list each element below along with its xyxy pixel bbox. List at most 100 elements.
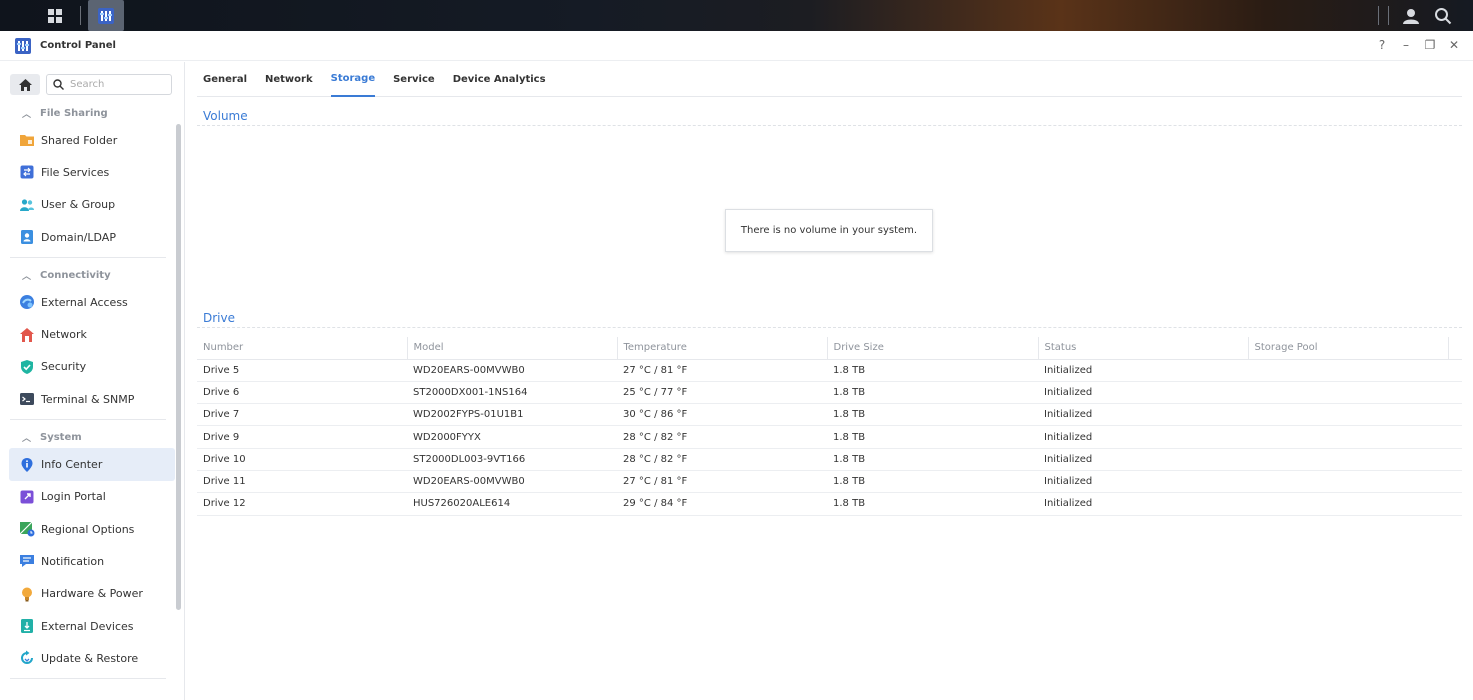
nav-group-system[interactable]: ︿ System — [0, 426, 176, 448]
network-icon — [19, 327, 35, 343]
cell-temperature: 28 °C / 82 °F — [617, 448, 827, 471]
cell-storage-pool — [1248, 492, 1448, 516]
cell-temperature: 28 °C / 82 °F — [617, 425, 827, 449]
table-row[interactable]: Drive 6 ST2000DX001-1NS164 25 °C / 77 °F… — [197, 381, 1462, 405]
cell-storage-pool — [1248, 403, 1448, 427]
sidebar-search[interactable] — [46, 74, 172, 95]
search-input[interactable] — [70, 79, 166, 90]
sidebar-item-external-access[interactable]: External Access — [9, 286, 175, 318]
sidebar-item-info-center[interactable]: Info Center — [9, 448, 175, 481]
home-button[interactable] — [10, 74, 40, 95]
column-header-spacer — [1448, 337, 1462, 360]
cell-temperature: 25 °C / 77 °F — [617, 381, 827, 405]
cell-storage-pool — [1248, 381, 1448, 405]
info-center-content: General Network Storage Service Device A… — [197, 62, 1462, 700]
table-row[interactable]: Drive 9 WD2000FYYX 28 °C / 82 °F 1.8 TB … — [197, 425, 1462, 449]
sidebar-item-user-group[interactable]: User & Group — [9, 189, 175, 221]
sidebar-item-regional-options[interactable]: Regional Options — [9, 513, 175, 545]
cell-spacer — [1448, 470, 1462, 494]
tab-service[interactable]: Service — [393, 62, 435, 97]
sidebar: ︿ File Sharing Shared Folder File Servic… — [0, 62, 185, 700]
cell-drive-size: 1.8 TB — [827, 448, 1038, 471]
table-row[interactable]: Drive 12 HUS726020ALE614 29 °C / 84 °F 1… — [197, 492, 1462, 516]
close-button[interactable]: ✕ — [1447, 38, 1461, 52]
sidebar-item-login-portal[interactable]: Login Portal — [9, 481, 175, 513]
window-titlebar[interactable]: Control Panel ? – ❐ ✕ — [0, 31, 1473, 61]
cell-drive-size: 1.8 TB — [827, 470, 1038, 494]
column-header-temperature[interactable]: Temperature — [617, 337, 828, 360]
sidebar-item-label: Hardware & Power — [41, 587, 143, 601]
table-row[interactable]: Drive 10 ST2000DL003-9VT166 28 °C / 82 °… — [197, 448, 1462, 471]
sidebar-item-external-devices[interactable]: External Devices — [9, 610, 175, 642]
sidebar-item-label: Domain/LDAP — [41, 230, 116, 244]
sidebar-item-hardware-power[interactable]: Hardware & Power — [9, 578, 175, 610]
nav-divider — [10, 678, 166, 680]
taskbar-control-panel-button[interactable] — [88, 0, 124, 31]
table-row[interactable]: Drive 5 WD20EARS-00MVWB0 27 °C / 81 °F 1… — [197, 359, 1462, 382]
apps-grid-icon — [48, 8, 62, 23]
sidebar-item-network[interactable]: Network — [9, 318, 175, 350]
tab-bar: General Network Storage Service Device A… — [197, 62, 1462, 97]
file-services-icon — [19, 164, 35, 180]
user-group-icon — [19, 197, 35, 213]
cell-status: Initialized — [1038, 381, 1248, 405]
sidebar-item-label: User & Group — [41, 198, 116, 212]
sidebar-item-update-restore[interactable]: Update & Restore — [9, 642, 175, 674]
help-button[interactable]: ? — [1375, 38, 1389, 52]
taskbar-divider — [1388, 6, 1389, 25]
volume-section-title: Volume — [197, 106, 1462, 126]
search-icon — [1435, 7, 1452, 24]
nav-group-connectivity[interactable]: ︿ Connectivity — [0, 264, 176, 286]
tab-network[interactable]: Network — [265, 62, 313, 97]
sidebar-item-label: External Access — [41, 295, 128, 309]
sidebar-scrollbar[interactable] — [176, 124, 181, 610]
cell-spacer — [1448, 403, 1462, 427]
sidebar-item-terminal-snmp[interactable]: Terminal & SNMP — [9, 383, 175, 415]
external-access-icon — [19, 294, 35, 310]
sidebar-item-file-services[interactable]: File Services — [9, 156, 175, 188]
taskbar-divider — [80, 6, 81, 25]
table-row[interactable]: Drive 11 WD20EARS-00MVWB0 27 °C / 81 °F … — [197, 470, 1462, 494]
sidebar-item-notification[interactable]: Notification — [9, 545, 175, 577]
cell-model: HUS726020ALE614 — [407, 492, 617, 516]
sidebar-item-label: Regional Options — [41, 522, 135, 536]
tab-storage[interactable]: Storage — [330, 62, 376, 97]
cell-status: Initialized — [1038, 425, 1248, 449]
main-menu-button[interactable] — [38, 0, 72, 31]
sidebar-item-label: Info Center — [41, 458, 103, 472]
column-header-status[interactable]: Status — [1038, 337, 1249, 360]
cell-spacer — [1448, 425, 1462, 449]
column-header-model[interactable]: Model — [407, 337, 618, 360]
sidebar-item-domain-ldap[interactable]: Domain/LDAP — [9, 221, 175, 253]
restore-button[interactable]: ❐ — [1423, 38, 1437, 52]
tab-general[interactable]: General — [203, 62, 247, 97]
cell-number: Drive 11 — [197, 470, 407, 494]
table-row[interactable]: Drive 7 WD2002FYPS-01U1B1 30 °C / 86 °F … — [197, 403, 1462, 427]
cell-status: Initialized — [1038, 359, 1248, 382]
cell-status: Initialized — [1038, 492, 1248, 516]
global-search-button[interactable] — [1428, 0, 1458, 31]
nav-group-file-sharing[interactable]: ︿ File Sharing — [0, 102, 176, 124]
user-menu-button[interactable] — [1396, 0, 1426, 31]
sidebar-item-label: Shared Folder — [41, 133, 118, 147]
cell-drive-size: 1.8 TB — [827, 359, 1038, 382]
column-header-number[interactable]: Number — [197, 337, 408, 360]
sidebar-nav: ︿ File Sharing Shared Folder File Servic… — [0, 102, 176, 685]
sidebar-item-security[interactable]: Security — [9, 351, 175, 383]
cell-storage-pool — [1248, 470, 1448, 494]
cell-number: Drive 5 — [197, 359, 407, 382]
tab-device-analytics[interactable]: Device Analytics — [453, 62, 546, 97]
minimize-button[interactable]: – — [1399, 38, 1413, 52]
column-header-storage-pool[interactable]: Storage Pool — [1248, 337, 1449, 360]
notification-icon — [19, 553, 35, 569]
cell-temperature: 27 °C / 81 °F — [617, 359, 827, 382]
column-header-drive-size[interactable]: Drive Size — [827, 337, 1039, 360]
cell-number: Drive 9 — [197, 425, 407, 449]
control-panel-icon — [98, 7, 114, 24]
info-icon — [19, 457, 35, 473]
sidebar-item-label: Security — [41, 360, 87, 374]
sidebar-item-label: Network — [41, 328, 87, 342]
sidebar-item-shared-folder[interactable]: Shared Folder — [9, 124, 175, 156]
sidebar-item-label: Update & Restore — [41, 651, 139, 665]
cell-number: Drive 12 — [197, 492, 407, 516]
